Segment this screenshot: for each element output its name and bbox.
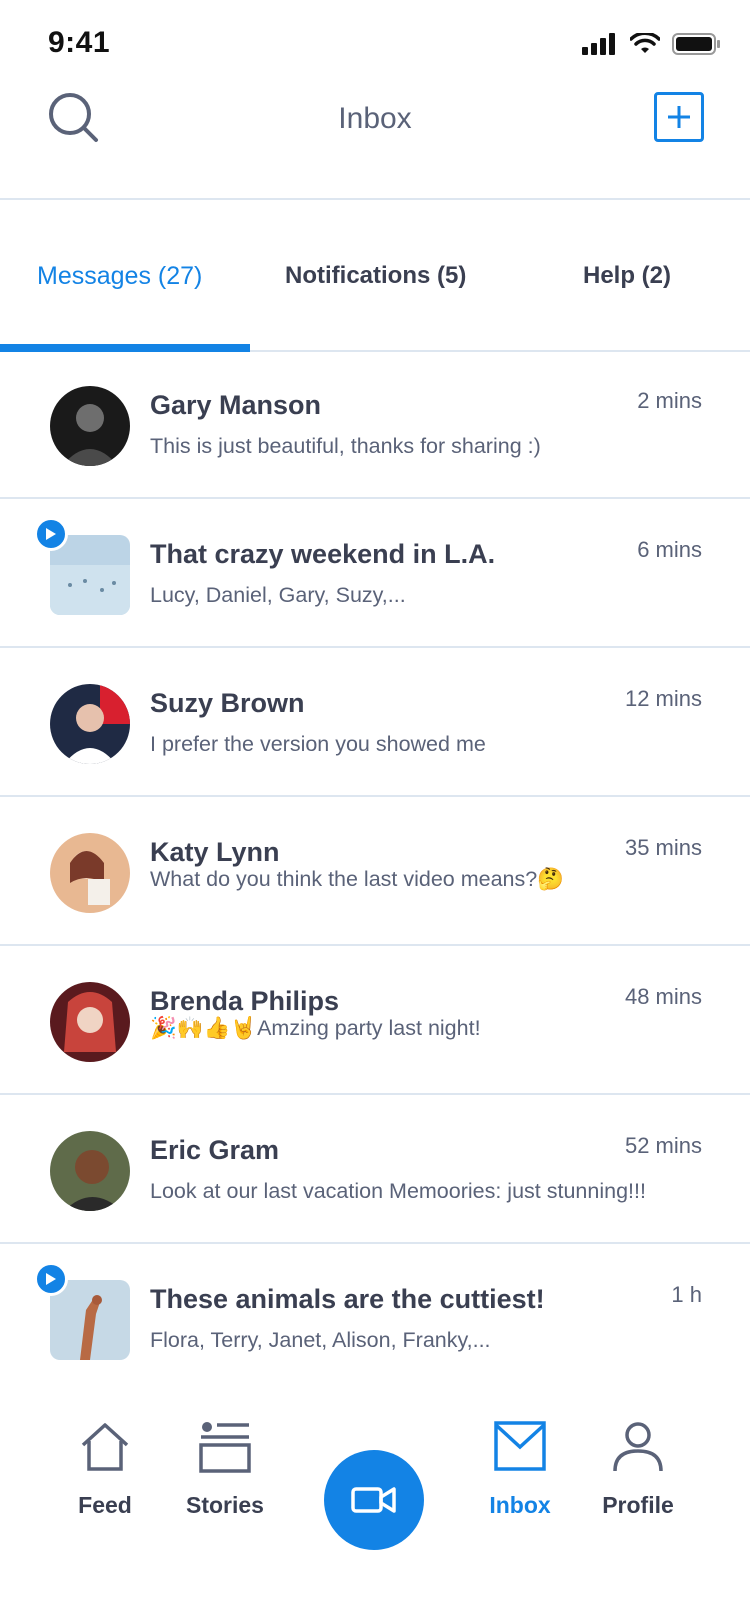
envelope-icon [494,1421,546,1471]
message-time: 52 mins [624,1133,702,1158]
avatar [50,684,130,764]
avatar [50,982,130,1062]
avatar [50,1131,130,1211]
message-time: 2 mins [637,388,702,413]
bottom-nav: Feed Stories Inbox Profile [0,1374,750,1624]
message-preview: What do you think the last video means?🤔 [150,867,564,891]
nav-label: Feed [78,1492,132,1518]
message-row[interactable]: These animals are the cuttiest! Flora, T… [0,1244,750,1393]
message-row[interactable]: Eric Gram Look at our last vacation Memo… [0,1095,750,1244]
message-sender: Brenda Philips [150,986,340,1016]
plus-icon [668,106,690,128]
wifi-icon [630,33,660,53]
message-time: 48 mins [624,984,702,1009]
message-row[interactable]: Suzy Brown I prefer the version you show… [0,648,750,797]
tab-messages[interactable]: Messages (27) [37,262,202,291]
nav-inbox[interactable]: Inbox [465,1414,575,1519]
message-time: 1 h [671,1282,702,1307]
signal-icon [582,33,615,55]
nav-stories[interactable]: Stories [170,1414,280,1519]
message-preview: Flora, Terry, Janet, Alison, Franky,... [150,1328,491,1352]
video-thumbnail [50,535,130,615]
play-icon [46,528,56,540]
play-badge [34,517,68,551]
avatar [50,386,130,466]
message-time: 6 mins [637,537,702,562]
video-camera-icon [351,1487,396,1513]
nav-feed[interactable]: Feed [50,1414,160,1519]
tab-notifications[interactable]: Notifications (5) [285,262,466,290]
message-row[interactable]: Katy Lynn What do you think the last vid… [0,797,750,946]
play-icon [46,1273,56,1285]
message-sender: These animals are the cuttiest! [150,1284,545,1314]
message-preview: Look at our last vacation Memoories: jus… [150,1179,646,1203]
status-time: 9:41 [48,26,111,59]
play-badge [34,1262,68,1296]
message-preview: 🎉🙌👍🤘Amzing party last night! [150,1016,481,1040]
page-title: Inbox [338,102,412,135]
nav-label: Profile [602,1492,674,1518]
stories-icon [199,1422,251,1473]
video-thumbnail [50,1280,130,1360]
top-bar: Inbox [0,80,750,200]
message-sender: That crazy weekend in L.A. [150,539,496,569]
inbox-tabs: Messages (27) Notifications (5) Help (2) [0,200,750,352]
message-preview: I prefer the version you showed me [150,732,486,756]
message-sender: Eric Gram [150,1135,280,1165]
person-icon [613,1422,663,1472]
nav-label: Stories [186,1492,264,1518]
message-list: Gary Manson This is just beautiful, than… [0,350,750,1393]
message-row[interactable]: Gary Manson This is just beautiful, than… [0,350,750,499]
compose-button[interactable] [654,92,704,142]
status-bar: 9:41 [0,0,750,90]
message-time: 12 mins [624,686,702,711]
tab-help[interactable]: Help (2) [583,262,671,290]
message-preview: This is just beautiful, thanks for shari… [150,434,541,458]
nav-label: Inbox [489,1492,551,1518]
message-preview: Lucy, Daniel, Gary, Suzy,... [150,583,406,607]
message-sender: Suzy Brown [150,688,305,718]
message-time: 35 mins [624,835,702,860]
message-sender: Katy Lynn [150,837,280,867]
message-sender: Gary Manson [150,390,322,420]
home-icon [81,1423,129,1471]
status-icons [582,32,722,56]
record-video-button[interactable] [324,1450,424,1550]
nav-profile[interactable]: Profile [583,1414,693,1519]
battery-icon [672,33,720,55]
message-row[interactable]: That crazy weekend in L.A. Lucy, Daniel,… [0,499,750,648]
message-row[interactable]: Brenda Philips 🎉🙌👍🤘Amzing party last nig… [0,946,750,1095]
avatar [50,833,130,913]
